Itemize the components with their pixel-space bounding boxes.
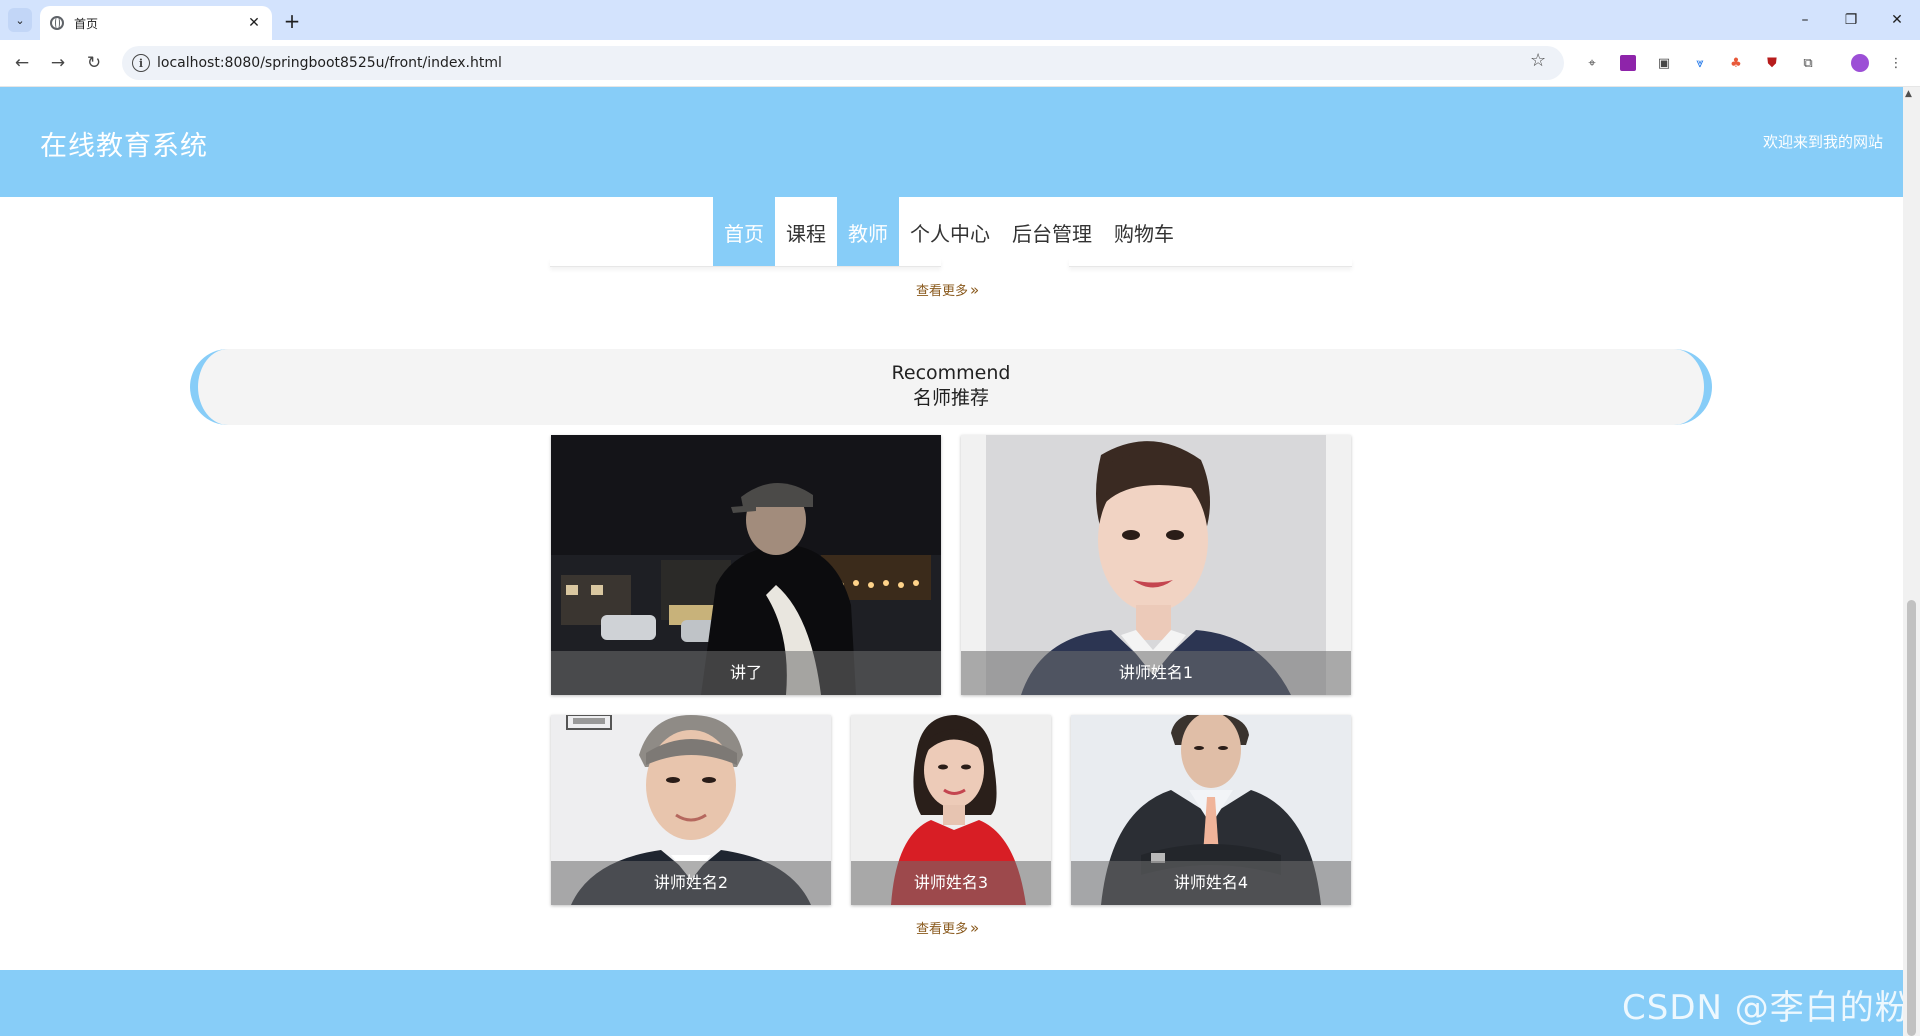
profile-avatar-icon[interactable] [1850, 53, 1870, 73]
bookmark-star-icon[interactable]: ☆ [1530, 50, 1546, 71]
teacher-name: 讲师姓名4 [1071, 861, 1351, 905]
restore-icon[interactable]: ❐ [1828, 8, 1874, 32]
site-title[interactable]: 在线教育系统 [40, 124, 208, 163]
csdn-watermark: CSDN @李白的粉 [1622, 988, 1910, 1028]
nav-item-admin[interactable]: 后台管理 [1001, 197, 1103, 267]
nav-item-personal-center[interactable]: 个人中心 [899, 197, 1001, 267]
browser-menu-icon[interactable]: ⋮ [1886, 53, 1906, 73]
new-tab-plus-icon[interactable]: + [280, 9, 304, 33]
recommend-section-title: Recommend 名师推荐 [190, 349, 1712, 425]
view-more-label: 查看更多 [916, 922, 969, 937]
close-window-icon[interactable]: ✕ [1874, 8, 1920, 32]
scrollbar-thumb[interactable] [1907, 600, 1916, 1036]
course-view-more-link[interactable]: 查看更多 » [916, 280, 980, 300]
red-extension-icon[interactable]: ♣ [1726, 53, 1746, 73]
teacher-card[interactable]: 讲了 [551, 435, 941, 695]
cursor-extension-icon[interactable]: ⌖ [1582, 53, 1602, 73]
teacher-name: 讲师姓名2 [551, 861, 831, 905]
nav-item-courses[interactable]: 课程 [775, 197, 837, 267]
site-footer [0, 970, 1903, 1036]
double-chevron-right-icon: » [970, 280, 980, 299]
main-nav: 首页 课程 教师 个人中心 后台管理 购物车 [713, 197, 1185, 267]
course-card-edge [550, 258, 941, 267]
section-title-en: Recommend [891, 362, 1011, 384]
view-more-label: 查看更多 [916, 284, 969, 299]
url-text[interactable]: localhost:8080/springboot8525u/front/ind… [157, 54, 502, 72]
nav-item-teachers[interactable]: 教师 [837, 197, 899, 267]
teacher-name: 讲了 [551, 651, 941, 695]
nav-item-cart[interactable]: 购物车 [1103, 197, 1185, 267]
section-title-cn: 名师推荐 [912, 387, 989, 409]
site-header [0, 87, 1903, 197]
teacher-name: 讲师姓名1 [961, 651, 1351, 695]
site-info-icon[interactable]: i [132, 54, 150, 72]
globe-icon [50, 16, 64, 30]
nav-item-home[interactable]: 首页 [713, 197, 775, 267]
scroll-up-arrow-icon[interactable]: ▲ [1905, 89, 1912, 99]
purple-extension-icon[interactable] [1618, 53, 1638, 73]
gamepad-extension-icon[interactable]: ▣ [1654, 53, 1674, 73]
course-card-edge [1069, 258, 1352, 267]
close-tab-icon[interactable]: ✕ [244, 13, 264, 33]
teacher-view-more-link[interactable]: 查看更多 » [916, 918, 980, 938]
double-chevron-right-icon: » [970, 918, 980, 937]
browser-tab-home[interactable]: 首页 ✕ [40, 6, 272, 40]
back-arrow-icon[interactable]: ← [8, 49, 36, 77]
tab-list-chevron-down-icon[interactable]: ⌄ [8, 8, 32, 32]
reload-icon[interactable]: ↻ [80, 49, 108, 77]
teacher-name: 讲师姓名3 [851, 861, 1051, 905]
layers-extension-icon[interactable]: ⩔ [1690, 53, 1710, 73]
teacher-card[interactable]: 讲师姓名1 [961, 435, 1351, 695]
tab-title: 首页 [74, 16, 99, 31]
shield-extension-icon[interactable]: ⛊ [1762, 53, 1782, 73]
teacher-card[interactable]: 讲师姓名2 [551, 715, 831, 905]
teacher-card[interactable]: 讲师姓名3 [851, 715, 1051, 905]
teacher-card[interactable]: 讲师姓名4 [1071, 715, 1351, 905]
puzzle-extensions-icon[interactable]: ⧉ [1798, 53, 1818, 73]
welcome-text: 欢迎来到我的网站 [1762, 133, 1883, 151]
forward-arrow-icon[interactable]: → [44, 49, 72, 77]
minimize-icon[interactable]: – [1782, 8, 1828, 32]
